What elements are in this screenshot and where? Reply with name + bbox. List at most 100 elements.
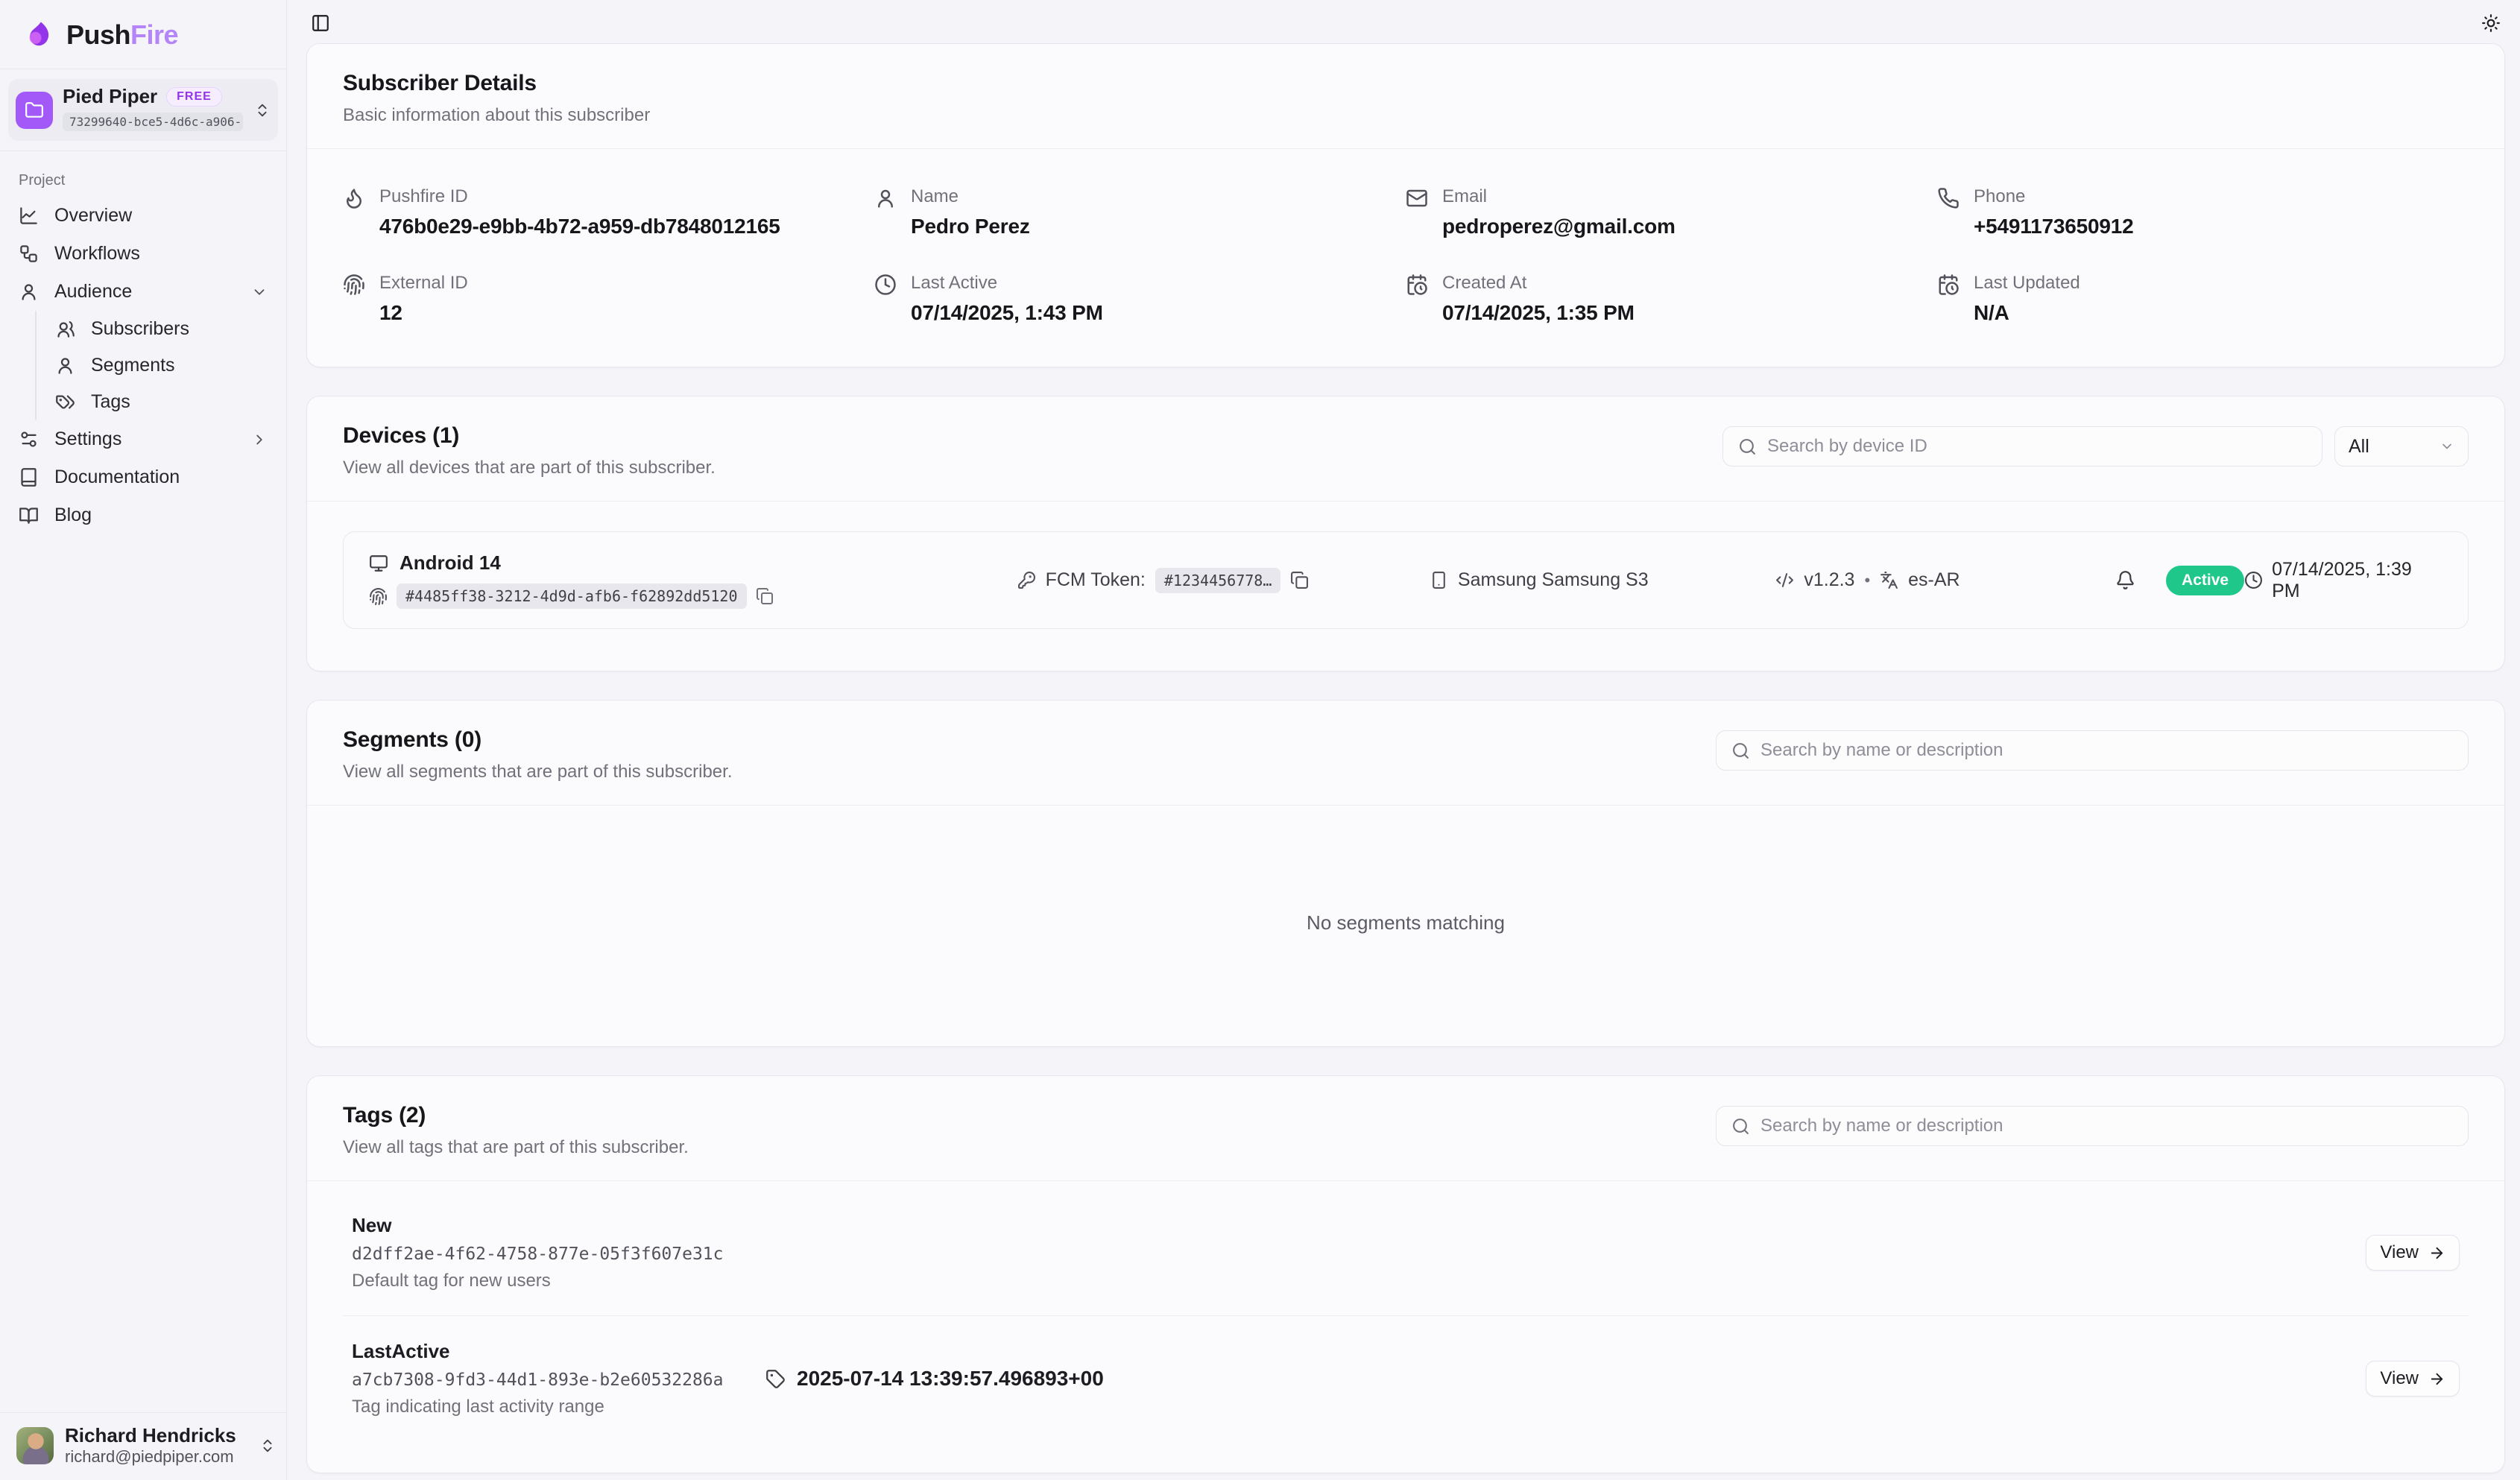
workflow-icon: [19, 244, 39, 264]
sidebar: PushFire Pied Piper FREE 73299640-bce5-4…: [0, 0, 287, 1480]
sidebar-item-overview[interactable]: Overview: [10, 197, 276, 235]
sidebar-item-tags[interactable]: Tags: [47, 384, 276, 420]
view-tag-button[interactable]: View: [2366, 1235, 2460, 1271]
user-icon: [19, 282, 39, 302]
pushfire-logo-icon: [25, 19, 56, 51]
sidebar-item-documentation[interactable]: Documentation: [10, 458, 276, 496]
field-label: External ID: [379, 273, 468, 294]
card-title: Tags (2): [343, 1103, 689, 1128]
main-content: Subscriber Details Basic information abo…: [287, 0, 2520, 1480]
sidebar-item-segments[interactable]: Segments: [47, 347, 276, 384]
workspace-folder-icon: [16, 92, 53, 129]
field-phone: Phone +5491173650912: [1937, 186, 2469, 238]
card-subtitle: View all tags that are part of this subs…: [343, 1137, 689, 1158]
calendar-clock-icon: [1406, 273, 1428, 296]
sidebar-item-settings[interactable]: Settings: [10, 420, 276, 458]
tags-search-input[interactable]: [1760, 1116, 2453, 1136]
brand-logo: PushFire: [0, 0, 286, 69]
devices-card: Devices (1) View all devices that are pa…: [306, 396, 2505, 671]
arrow-right-icon: [2428, 1370, 2445, 1388]
device-main: Android 14 #4485ff38-3212-4d9d-afb6-f628…: [369, 551, 1017, 609]
device-locale: es-AR: [1908, 569, 1960, 591]
sidebar-spacer: [0, 534, 286, 1412]
field-label: Phone: [1974, 186, 2133, 207]
book-open-icon: [19, 505, 39, 525]
field-value: pedroperez@gmail.com: [1442, 215, 1676, 238]
device-search[interactable]: [1722, 426, 2322, 467]
nav-section-label: Project: [10, 159, 276, 197]
users-icon: [55, 319, 75, 339]
sidebar-item-label: Audience: [54, 281, 236, 303]
chevrons-up-down-icon: [259, 1438, 276, 1454]
segments-search-input[interactable]: [1760, 740, 2453, 761]
view-button-label: View: [2380, 1242, 2419, 1263]
field-label: Name: [911, 186, 1030, 207]
copy-icon[interactable]: [756, 587, 774, 605]
avatar: [16, 1427, 54, 1464]
card-title: Segments (0): [343, 727, 732, 753]
field-label: Created At: [1442, 273, 1635, 294]
clock-icon: [2244, 571, 2263, 589]
card-subtitle: View all segments that are part of this …: [343, 762, 732, 782]
theme-toggle-button[interactable]: [2478, 10, 2504, 36]
user-menu[interactable]: Richard Hendricks richard@piedpiper.com: [0, 1412, 286, 1480]
user-email: richard@piedpiper.com: [65, 1447, 248, 1467]
monitor-icon: [369, 554, 388, 573]
copy-icon[interactable]: [1290, 571, 1309, 589]
workspace-switcher[interactable]: Pied Piper FREE 73299640-bce5-4d6c-a906-…: [8, 79, 278, 141]
devices-tools: All: [1722, 423, 2469, 467]
fingerprint-icon: [343, 273, 365, 296]
sidebar-toggle-button[interactable]: [308, 10, 333, 36]
tag-value: 2025-07-14 13:39:57.496893+00: [765, 1367, 2366, 1391]
sidebar-item-workflows[interactable]: Workflows: [10, 235, 276, 273]
tags-list: New d2dff2ae-4f62-4758-877e-05f3f607e31c…: [307, 1181, 2504, 1473]
field-value: 07/14/2025, 1:35 PM: [1442, 301, 1635, 325]
tag-info: New d2dff2ae-4f62-4758-877e-05f3f607e31c…: [352, 1214, 765, 1291]
field-value: 12: [379, 301, 468, 325]
content-column: Subscriber Details Basic information abo…: [306, 43, 2505, 1473]
sidebar-item-label: Segments: [91, 355, 175, 376]
languages-icon: [1880, 571, 1898, 589]
view-tag-button[interactable]: View: [2366, 1361, 2460, 1397]
tag-value-text: 2025-07-14 13:39:57.496893+00: [797, 1367, 1104, 1391]
tag-id: d2dff2ae-4f62-4758-877e-05f3f607e31c: [352, 1245, 765, 1264]
field-value: +5491173650912: [1974, 215, 2133, 238]
field-label: Last Active: [911, 273, 1103, 294]
card-subtitle: View all devices that are part of this s…: [343, 458, 716, 478]
user-info: Richard Hendricks richard@piedpiper.com: [65, 1425, 248, 1467]
tags-tools: [1716, 1103, 2469, 1146]
device-row: Android 14 #4485ff38-3212-4d9d-afb6-f628…: [343, 531, 2469, 629]
device-filter-select[interactable]: All: [2334, 426, 2469, 467]
arrow-right-icon: [2428, 1245, 2445, 1262]
tags-header: Tags (2) View all tags that are part of …: [307, 1076, 2504, 1180]
sidebar-item-label: Blog: [54, 505, 92, 526]
flame-icon: [343, 187, 365, 209]
tag-info: LastActive a7cb7308-9fd3-44d1-893e-b2e60…: [352, 1340, 765, 1417]
sidebar-item-blog[interactable]: Blog: [10, 496, 276, 534]
field-email: Email pedroperez@gmail.com: [1406, 186, 1937, 238]
search-icon: [1738, 437, 1757, 456]
device-filter-value: All: [2349, 436, 2369, 458]
user-name: Richard Hendricks: [65, 1425, 248, 1447]
device-search-input[interactable]: [1767, 436, 2307, 457]
sidebar-item-label: Settings: [54, 428, 236, 450]
subscriber-fields-grid: Pushfire ID 476b0e29-e9bb-4b72-a959-db78…: [307, 149, 2504, 367]
sidebar-item-label: Workflows: [54, 243, 140, 265]
view-button-label: View: [2380, 1368, 2419, 1389]
bell-icon: [2115, 570, 2135, 590]
devices-body: Android 14 #4485ff38-3212-4d9d-afb6-f628…: [307, 502, 2504, 671]
tags-search[interactable]: [1716, 1106, 2469, 1146]
mail-icon: [1406, 187, 1428, 209]
device-version-locale: v1.2.3 • es-AR: [1775, 569, 2085, 591]
card-title: Devices (1): [343, 423, 716, 449]
device-os: Android 14: [400, 551, 501, 575]
sidebar-item-label: Overview: [54, 205, 132, 227]
separator-dot: •: [1864, 571, 1870, 590]
phone-icon: [1937, 187, 1960, 209]
sidebar-item-audience[interactable]: Audience: [10, 273, 276, 311]
fcm-token-badge: #1234456778…: [1155, 568, 1281, 593]
tag-description: Tag indicating last activity range: [352, 1397, 765, 1417]
segments-search[interactable]: [1716, 730, 2469, 771]
sidebar-item-subscribers[interactable]: Subscribers: [47, 311, 276, 347]
smartphone-icon: [1430, 571, 1448, 589]
